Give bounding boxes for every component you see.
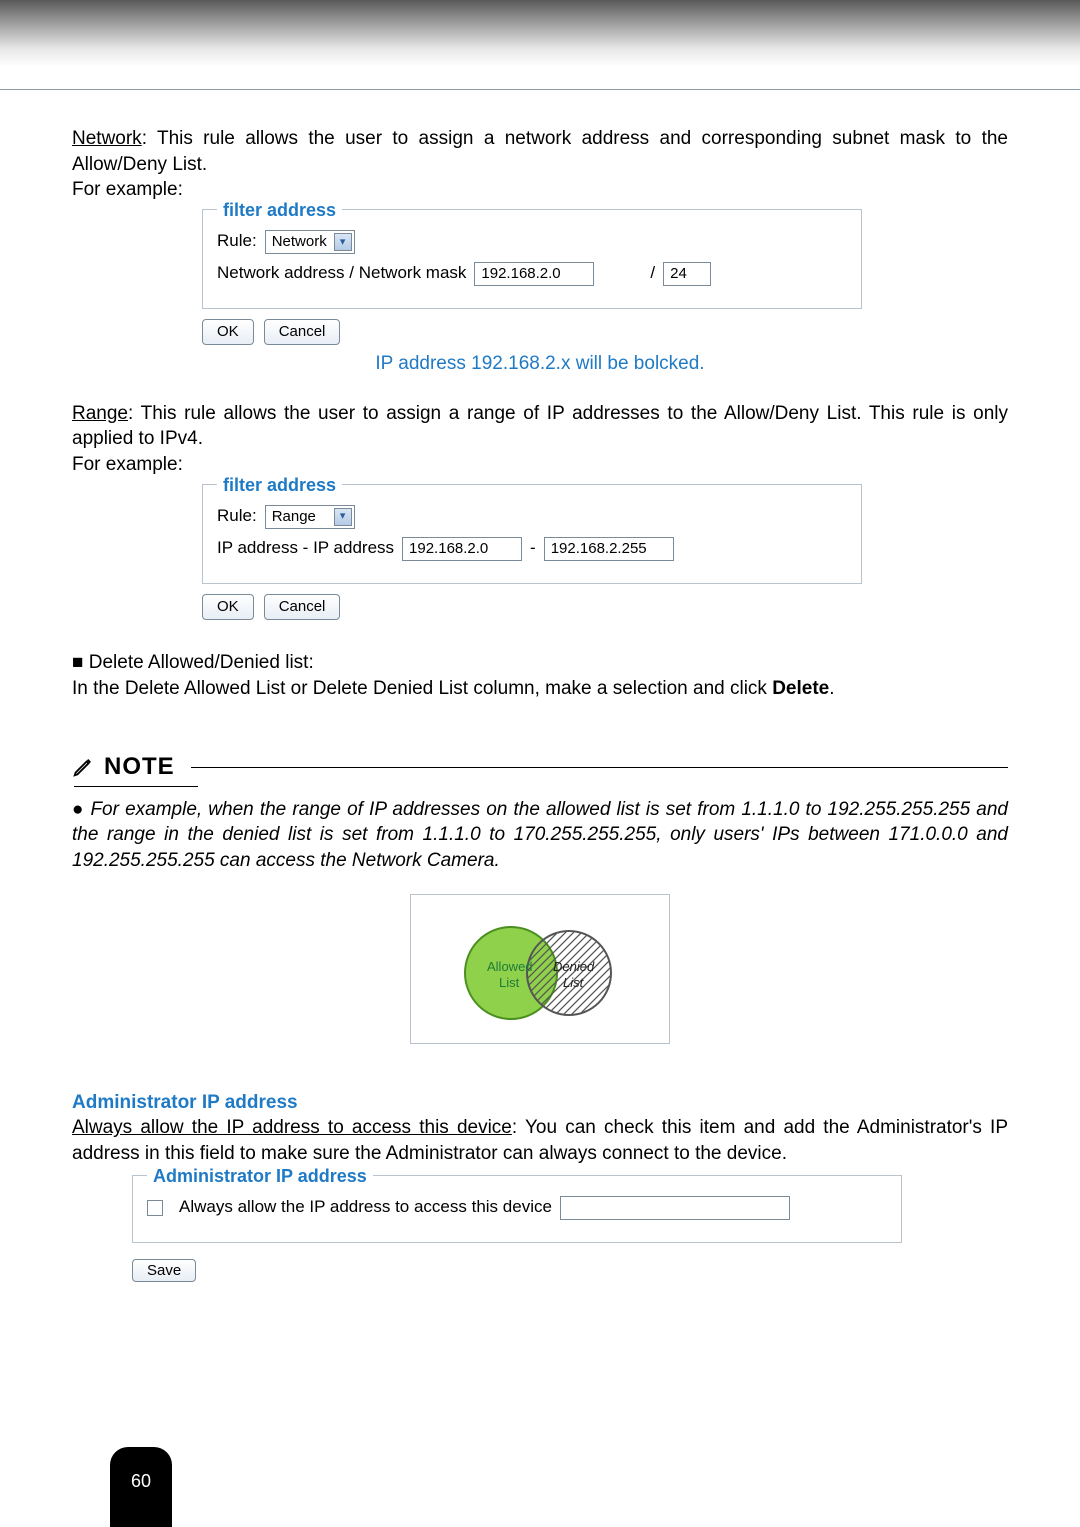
pen-icon (72, 756, 94, 778)
cancel-button-2[interactable]: Cancel (264, 594, 341, 620)
page-content: Network: This rule allows the user to as… (0, 90, 1080, 1282)
header-gradient (0, 0, 1080, 90)
ip-start-input[interactable]: 192.168.2.0 (402, 537, 522, 561)
ip-end-input[interactable]: 192.168.2.255 (544, 537, 674, 561)
admin-always-allow-term: Always allow the IP address to access th… (72, 1117, 512, 1138)
admin-ip-title: Administrator IP address (72, 1090, 1008, 1116)
network-mask-label: Network address / Network mask (217, 262, 466, 285)
delete-bold: Delete (772, 678, 829, 699)
venn-diagram: Allowed List Denied List (410, 894, 670, 1044)
note-divider (191, 767, 1008, 768)
admin-legend: Administrator IP address (147, 1164, 373, 1188)
svg-text:List: List (563, 975, 585, 990)
admin-ip-fieldset: Administrator IP address Always allow th… (132, 1175, 902, 1243)
fieldset-legend: filter address (217, 198, 342, 222)
ok-button-2[interactable]: OK (202, 594, 254, 620)
range-desc: : This rule allows the user to assign a … (72, 403, 1008, 450)
ip-range-label: IP address - IP address (217, 537, 394, 560)
always-allow-checkbox[interactable] (147, 1200, 163, 1216)
delete-list-desc: In the Delete Allowed List or Delete Den… (72, 676, 1008, 702)
fieldset-legend-2: filter address (217, 473, 342, 497)
network-term: Network (72, 128, 142, 149)
network-caption: IP address 192.168.2.x will be bolcked. (72, 351, 1008, 377)
svg-text:List: List (499, 975, 520, 990)
chevron-down-icon: ▾ (334, 508, 352, 526)
ok-button[interactable]: OK (202, 319, 254, 345)
denied-label: Denied (553, 959, 595, 974)
dash-label: - (530, 537, 536, 560)
rule-select-network[interactable]: Network ▾ (265, 230, 355, 254)
rule-label: Rule: (217, 230, 257, 253)
note-body: For example, when the range of IP addres… (72, 797, 1008, 874)
chevron-down-icon: ▾ (334, 233, 352, 251)
allowed-label: Allowed (487, 959, 533, 974)
cancel-button[interactable]: Cancel (264, 319, 341, 345)
slash-label: / (650, 262, 655, 285)
for-example-1: For example: (72, 177, 1008, 203)
network-address-input[interactable]: 192.168.2.0 (474, 262, 594, 286)
for-example-2: For example: (72, 452, 1008, 478)
network-paragraph: Network: This rule allows the user to as… (72, 126, 1008, 177)
rule-select-value-2: Range (272, 507, 316, 527)
note-title: NOTE (104, 751, 175, 783)
page-number: 60 (131, 1471, 151, 1492)
network-mask-input[interactable]: 24 (663, 262, 711, 286)
rule-label-2: Rule: (217, 505, 257, 528)
filter-address-range-fieldset: filter address Rule: Range ▾ IP address … (202, 484, 862, 584)
network-desc: : This rule allows the user to assign a … (72, 128, 1008, 175)
note-block: NOTE For example, when the range of IP a… (72, 751, 1008, 1043)
rule-select-range[interactable]: Range ▾ (265, 505, 355, 529)
delete-list-heading: Delete Allowed/Denied list: (72, 650, 1008, 676)
save-button[interactable]: Save (132, 1259, 196, 1282)
always-allow-label: Always allow the IP address to access th… (179, 1196, 552, 1219)
range-paragraph: Range: This rule allows the user to assi… (72, 401, 1008, 452)
page-number-badge: 60 (110, 1447, 172, 1527)
admin-ip-desc: Always allow the IP address to access th… (72, 1115, 1008, 1166)
filter-address-network-fieldset: filter address Rule: Network ▾ Network a… (202, 209, 862, 309)
rule-select-value: Network (272, 232, 327, 252)
note-underline (74, 786, 198, 787)
admin-ip-input[interactable] (560, 1196, 790, 1220)
range-term: Range (72, 403, 128, 424)
